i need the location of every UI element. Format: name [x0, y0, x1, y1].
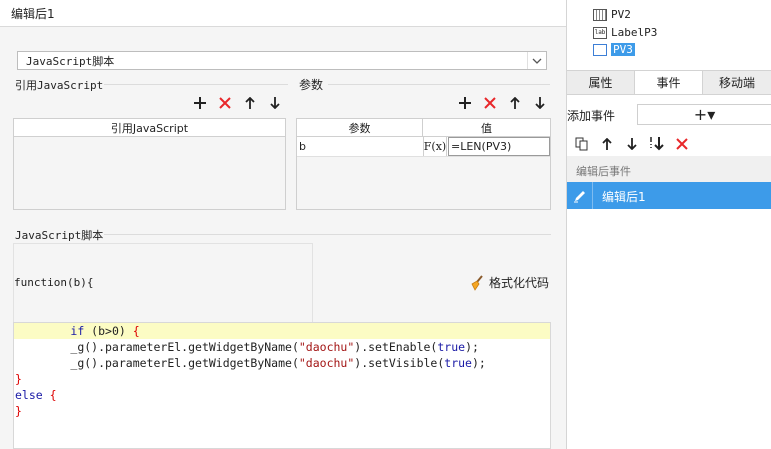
- section-divider: [328, 84, 550, 85]
- move-down-param-button[interactable]: [531, 94, 549, 112]
- code-line[interactable]: else {: [14, 387, 550, 403]
- code-line[interactable]: if (b>0) {: [14, 323, 550, 339]
- side-panel-tabs: 属性 事件 移动端: [567, 70, 771, 95]
- param-value-input[interactable]: =LEN(PV3): [448, 137, 550, 156]
- code-token: "daochu": [298, 340, 355, 354]
- script-type-select[interactable]: JavaScript脚本: [17, 51, 547, 70]
- combo-widget-icon: [593, 43, 607, 56]
- tab-properties[interactable]: 属性: [567, 71, 635, 94]
- add-event-label: 添加事件: [567, 109, 616, 123]
- code-line[interactable]: }: [14, 371, 550, 387]
- move-up-ref-button[interactable]: [241, 94, 259, 112]
- pencil-icon[interactable]: [567, 182, 593, 209]
- copy-icon[interactable]: [573, 135, 591, 153]
- script-type-value: JavaScript脚本: [26, 55, 115, 68]
- param-name-column-header[interactable]: 参数: [297, 119, 423, 137]
- code-token: true: [444, 356, 472, 370]
- delete-param-button[interactable]: [481, 94, 499, 112]
- code-token: {: [49, 388, 57, 402]
- param-table[interactable]: 参数 值 b F(x) =LEN(PV3): [296, 118, 551, 210]
- add-param-button[interactable]: [456, 94, 474, 112]
- tree-item-label: PV3: [611, 43, 635, 56]
- code-line[interactable]: }: [14, 403, 550, 419]
- dialog-title-bar: 编辑后1: [0, 0, 566, 27]
- tab-events[interactable]: 事件: [635, 71, 703, 94]
- ref-js-table-header: 引用JavaScript: [14, 119, 285, 137]
- script-section-label: JavaScript脚本: [15, 229, 104, 242]
- ref-js-section-label: 引用JavaScript: [15, 79, 104, 92]
- delete-ref-button[interactable]: [216, 94, 234, 112]
- side-panel: PV2 lab LabelP3 PV3 属性 事件 移动端 添加事件 +▾ 编辑…: [566, 0, 771, 449]
- code-token: true: [437, 340, 466, 354]
- label-widget-icon: lab: [593, 26, 607, 39]
- ref-js-table[interactable]: 引用JavaScript: [13, 118, 286, 210]
- code-token: );: [471, 356, 486, 370]
- event-toolbar: [573, 135, 691, 153]
- code-token: "daochu": [298, 356, 355, 370]
- ref-js-column-header[interactable]: 引用JavaScript: [14, 119, 285, 137]
- tab-mobile[interactable]: 移动端: [703, 71, 771, 94]
- chevron-down-icon[interactable]: [527, 52, 546, 69]
- code-line[interactable]: _g().parameterEl.getWidgetByName("daochu…: [14, 355, 550, 371]
- param-table-header: 参数 值: [297, 119, 550, 137]
- event-editor-dialog: 编辑后1 JavaScript脚本 引用JavaScript 参数 引用Java…: [0, 0, 566, 449]
- code-token: else: [15, 388, 50, 402]
- param-section-label: 参数: [299, 78, 324, 92]
- add-event-button[interactable]: +▾: [637, 104, 771, 125]
- code-token: ).setEnable(: [354, 340, 438, 354]
- format-code-button[interactable]: 格式化代码: [469, 274, 549, 291]
- code-token: if: [70, 324, 92, 338]
- param-name-cell[interactable]: b: [299, 140, 306, 153]
- add-ref-button[interactable]: [191, 94, 209, 112]
- broom-icon: [471, 274, 483, 291]
- code-token: {: [132, 324, 140, 338]
- move-up-event-button[interactable]: [598, 135, 616, 153]
- formula-editor-icon[interactable]: F(x): [423, 137, 447, 156]
- code-token: ).setVisible(: [354, 356, 445, 370]
- code-token: _g().parameterEl.getWidgetByName(: [70, 356, 299, 370]
- event-group-header: 编辑后事件: [567, 156, 771, 182]
- move-up-param-button[interactable]: [506, 94, 524, 112]
- move-down-ref-button[interactable]: [266, 94, 284, 112]
- function-signature: function(b){: [14, 276, 94, 289]
- code-editor[interactable]: if (b>0) { _g().parameterEl.getWidgetByN…: [13, 322, 551, 449]
- tree-item-label: PV2: [611, 8, 631, 21]
- event-list-item-selected[interactable]: 编辑后1: [567, 182, 771, 209]
- tree-item-label: LabelP3: [611, 26, 658, 39]
- format-code-label: 格式化代码: [489, 276, 550, 290]
- tree-item-labelp3[interactable]: lab LabelP3: [593, 26, 657, 39]
- dialog-title: 编辑后1: [11, 7, 55, 21]
- calendar-widget-icon: [593, 8, 607, 21]
- code-token: }: [15, 404, 22, 418]
- tree-item-pv2[interactable]: PV2: [593, 8, 631, 21]
- code-token: (b>0): [91, 324, 133, 338]
- code-token: _g().parameterEl.getWidgetByName(: [70, 340, 299, 354]
- tree-item-pv3[interactable]: PV3: [593, 43, 635, 56]
- code-line[interactable]: _g().parameterEl.getWidgetByName("daochu…: [14, 339, 550, 355]
- code-token: );: [465, 340, 479, 354]
- delete-event-button[interactable]: [673, 135, 691, 153]
- event-name: 编辑后1: [602, 190, 646, 204]
- code-token: }: [15, 372, 22, 386]
- param-value-column-header[interactable]: 值: [423, 119, 550, 137]
- table-row[interactable]: b F(x) =LEN(PV3): [297, 137, 550, 157]
- section-divider: [104, 84, 288, 85]
- move-down-event-button[interactable]: [623, 135, 641, 153]
- event-group-label: 编辑后事件: [576, 165, 631, 178]
- move-bottom-event-button[interactable]: [648, 135, 666, 153]
- section-divider: [104, 234, 551, 235]
